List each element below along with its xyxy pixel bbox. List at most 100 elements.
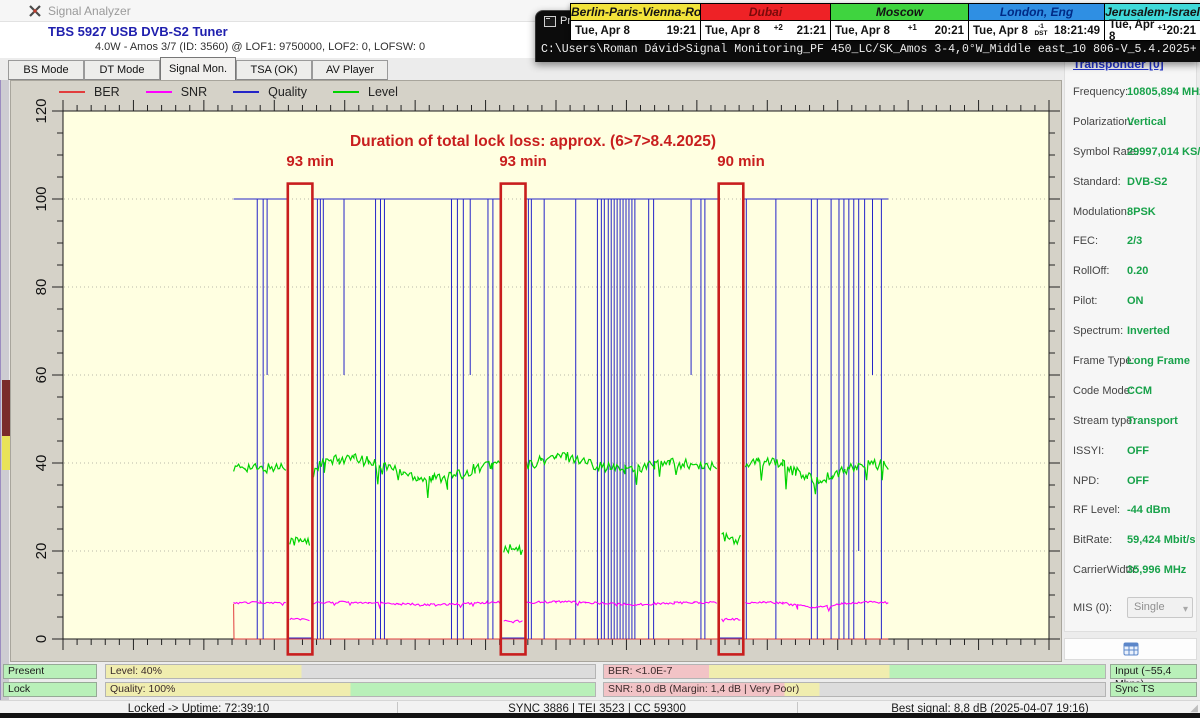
- y-axis-label: 40: [33, 455, 50, 472]
- param-label: Frequency:: [1073, 86, 1128, 98]
- clock-time-row: Tue, Apr 8+120:21: [1105, 21, 1200, 40]
- chart-frame: BERSNRQualityLevel 020406080100120 Durat…: [10, 80, 1062, 662]
- param-row: NPD: OFF: [1065, 472, 1198, 502]
- param-label: Spectrum:: [1073, 325, 1123, 337]
- param-value: 8PSK: [1127, 206, 1156, 218]
- tab-tsa-ok-[interactable]: TSA (OK): [236, 60, 312, 80]
- clock-column: London, EngTue, Apr 8-1DST18:21:49: [969, 4, 1105, 40]
- clock-time-row: Tue, Apr 8+120:21: [831, 21, 968, 40]
- param-label: ISSYI:: [1073, 445, 1104, 457]
- clock-utc-offset: +1: [908, 23, 917, 32]
- device-name: TBS 5927 USB DVB-S2 Tuner: [48, 24, 228, 39]
- param-value: CCM: [1127, 385, 1152, 397]
- clock-time: 21:21: [797, 25, 826, 37]
- clock-column: Jerusalem-IsraelTue, Apr 8+120:21: [1105, 4, 1200, 40]
- param-row: Frame Type:Long Frame: [1065, 352, 1198, 382]
- y-axis-label: 20: [33, 543, 50, 560]
- param-label: RollOff:: [1073, 265, 1109, 277]
- param-value: -44 dBm: [1127, 504, 1170, 516]
- param-value: Vertical: [1127, 116, 1166, 128]
- param-value: DVB-S2: [1127, 176, 1167, 188]
- param-row: Spectrum: Inverted: [1065, 322, 1198, 352]
- device-subtitle: 4.0W - Amos 3/7 (ID: 3560) @ LOF1: 97500…: [95, 41, 425, 53]
- ber-meter: BER: <1.0E-7: [603, 664, 1106, 679]
- mis-label: MIS (0):: [1073, 602, 1112, 614]
- y-axis-label: 120: [33, 98, 50, 123]
- clock-time: 20:21: [935, 25, 964, 37]
- clock-city-label: Berlin-Paris-Vienna-Roma: [571, 4, 700, 21]
- clock-city-label: London, Eng: [969, 4, 1104, 21]
- clock-city-label: Dubai: [701, 4, 830, 21]
- input-bitrate-badge: Input (~55,4 Mbps): [1110, 664, 1197, 679]
- sync-ts-badge: Sync TS: [1110, 682, 1197, 697]
- clock-column: MoscowTue, Apr 8+120:21: [831, 4, 969, 40]
- param-value: Long Frame: [1127, 355, 1190, 367]
- param-label: Polarization:: [1073, 116, 1134, 128]
- param-row: Polarization:Vertical: [1065, 113, 1198, 143]
- clock-time: 20:21: [1167, 25, 1196, 37]
- param-row: RF Level:-44 dBm: [1065, 501, 1198, 531]
- tab-strip: BS ModeDT ModeSignal Mon.TSA (OK)AV Play…: [8, 57, 428, 80]
- tab-bs-mode[interactable]: BS Mode: [8, 60, 84, 80]
- clock-date: Tue, Apr 8: [1109, 19, 1157, 43]
- clock-column: Berlin-Paris-Vienna-Roma Tue, Apr 8 19:21: [571, 4, 701, 40]
- clock-date: Tue, Apr 8: [575, 25, 630, 37]
- param-value: 0.20: [1127, 265, 1148, 277]
- parameter-rows: Frequency:10805,894 MHz Polarization:Vert…: [1065, 83, 1198, 591]
- panel-action-button[interactable]: [1064, 638, 1197, 660]
- world-clock-widget: Berlin-Paris-Vienna-Roma Tue, Apr 8 19:21 D…: [570, 3, 1200, 41]
- cmd-command-line: C:\Users\Roman Dávid>Signal Monitoring_P…: [541, 43, 1199, 56]
- param-value: ON: [1127, 295, 1144, 307]
- clock-columns: Berlin-Paris-Vienna-Roma Tue, Apr 8 19:21 D…: [571, 4, 1200, 40]
- y-axis-label: 100: [33, 186, 50, 211]
- y-axis-label: 80: [33, 279, 50, 296]
- param-value: OFF: [1127, 475, 1149, 487]
- param-row: Symbol Rate:29997,014 KS/s: [1065, 143, 1198, 173]
- param-row: FEC: 2/3: [1065, 232, 1198, 262]
- param-label: Standard:: [1073, 176, 1121, 188]
- clock-time: 18:21:49: [1054, 25, 1100, 37]
- tab-signal-mon-[interactable]: Signal Mon.: [160, 57, 236, 80]
- mis-selected-value: Single: [1134, 601, 1165, 613]
- lock-loss-annotation-title: Duration of total lock loss: approx. (6>…: [350, 133, 716, 151]
- clock-utc-offset: +1: [1157, 23, 1166, 32]
- y-axis-label: 0: [33, 635, 50, 643]
- param-label: FEC:: [1073, 235, 1098, 247]
- clock-utc-offset: +2: [774, 23, 783, 32]
- parameters-panel: Transponder [0] Frequency:10805,894 MHzP…: [1064, 60, 1197, 632]
- chevron-down-icon: ▾: [1183, 600, 1188, 619]
- clock-date: Tue, Apr 8: [973, 25, 1028, 37]
- param-label: NPD:: [1073, 475, 1099, 487]
- param-label: Code Mode:: [1073, 385, 1133, 397]
- clock-time-row: Tue, Apr 8 19:21: [571, 21, 700, 40]
- clock-time: 19:21: [667, 25, 696, 37]
- param-label: Frame Type:: [1073, 355, 1135, 367]
- param-value: 10805,894 MHz: [1127, 86, 1200, 98]
- param-row: CarrierWidth:35,996 MHz: [1065, 561, 1198, 591]
- param-label: Modulation:: [1073, 206, 1130, 218]
- param-row: BitRate:59,424 Mbit/s: [1065, 531, 1198, 561]
- screen-bottom-edge: [0, 713, 1200, 718]
- window-title: Signal Analyzer: [48, 4, 131, 18]
- param-value: Inverted: [1127, 325, 1170, 337]
- param-value: OFF: [1127, 445, 1149, 457]
- param-label: Pilot:: [1073, 295, 1097, 307]
- lock-loss-duration-label: 93 min: [499, 153, 547, 170]
- param-value: 29997,014 KS/s: [1127, 146, 1200, 158]
- mis-select[interactable]: Single ▾: [1127, 597, 1193, 618]
- param-value: 2/3: [1127, 235, 1142, 247]
- mis-row: MIS (0): Single ▾: [1065, 597, 1198, 621]
- tab-av-player[interactable]: AV Player: [312, 60, 388, 80]
- param-row: Standard: DVB-S2: [1065, 173, 1198, 203]
- lock-loss-duration-label: 90 min: [717, 153, 765, 170]
- param-value: Transport: [1127, 415, 1178, 427]
- table-icon: [1123, 642, 1139, 656]
- param-row: Modulation:8PSK: [1065, 203, 1198, 233]
- clock-time-row: Tue, Apr 8-1DST18:21:49: [969, 21, 1104, 40]
- tab-dt-mode[interactable]: DT Mode: [84, 60, 160, 80]
- background-window-edge-yellow: [2, 436, 10, 470]
- param-row: Code Mode:CCM: [1065, 382, 1198, 412]
- console-icon: [544, 16, 556, 27]
- param-value: 59,424 Mbit/s: [1127, 534, 1195, 546]
- y-axis-label: 60: [33, 367, 50, 384]
